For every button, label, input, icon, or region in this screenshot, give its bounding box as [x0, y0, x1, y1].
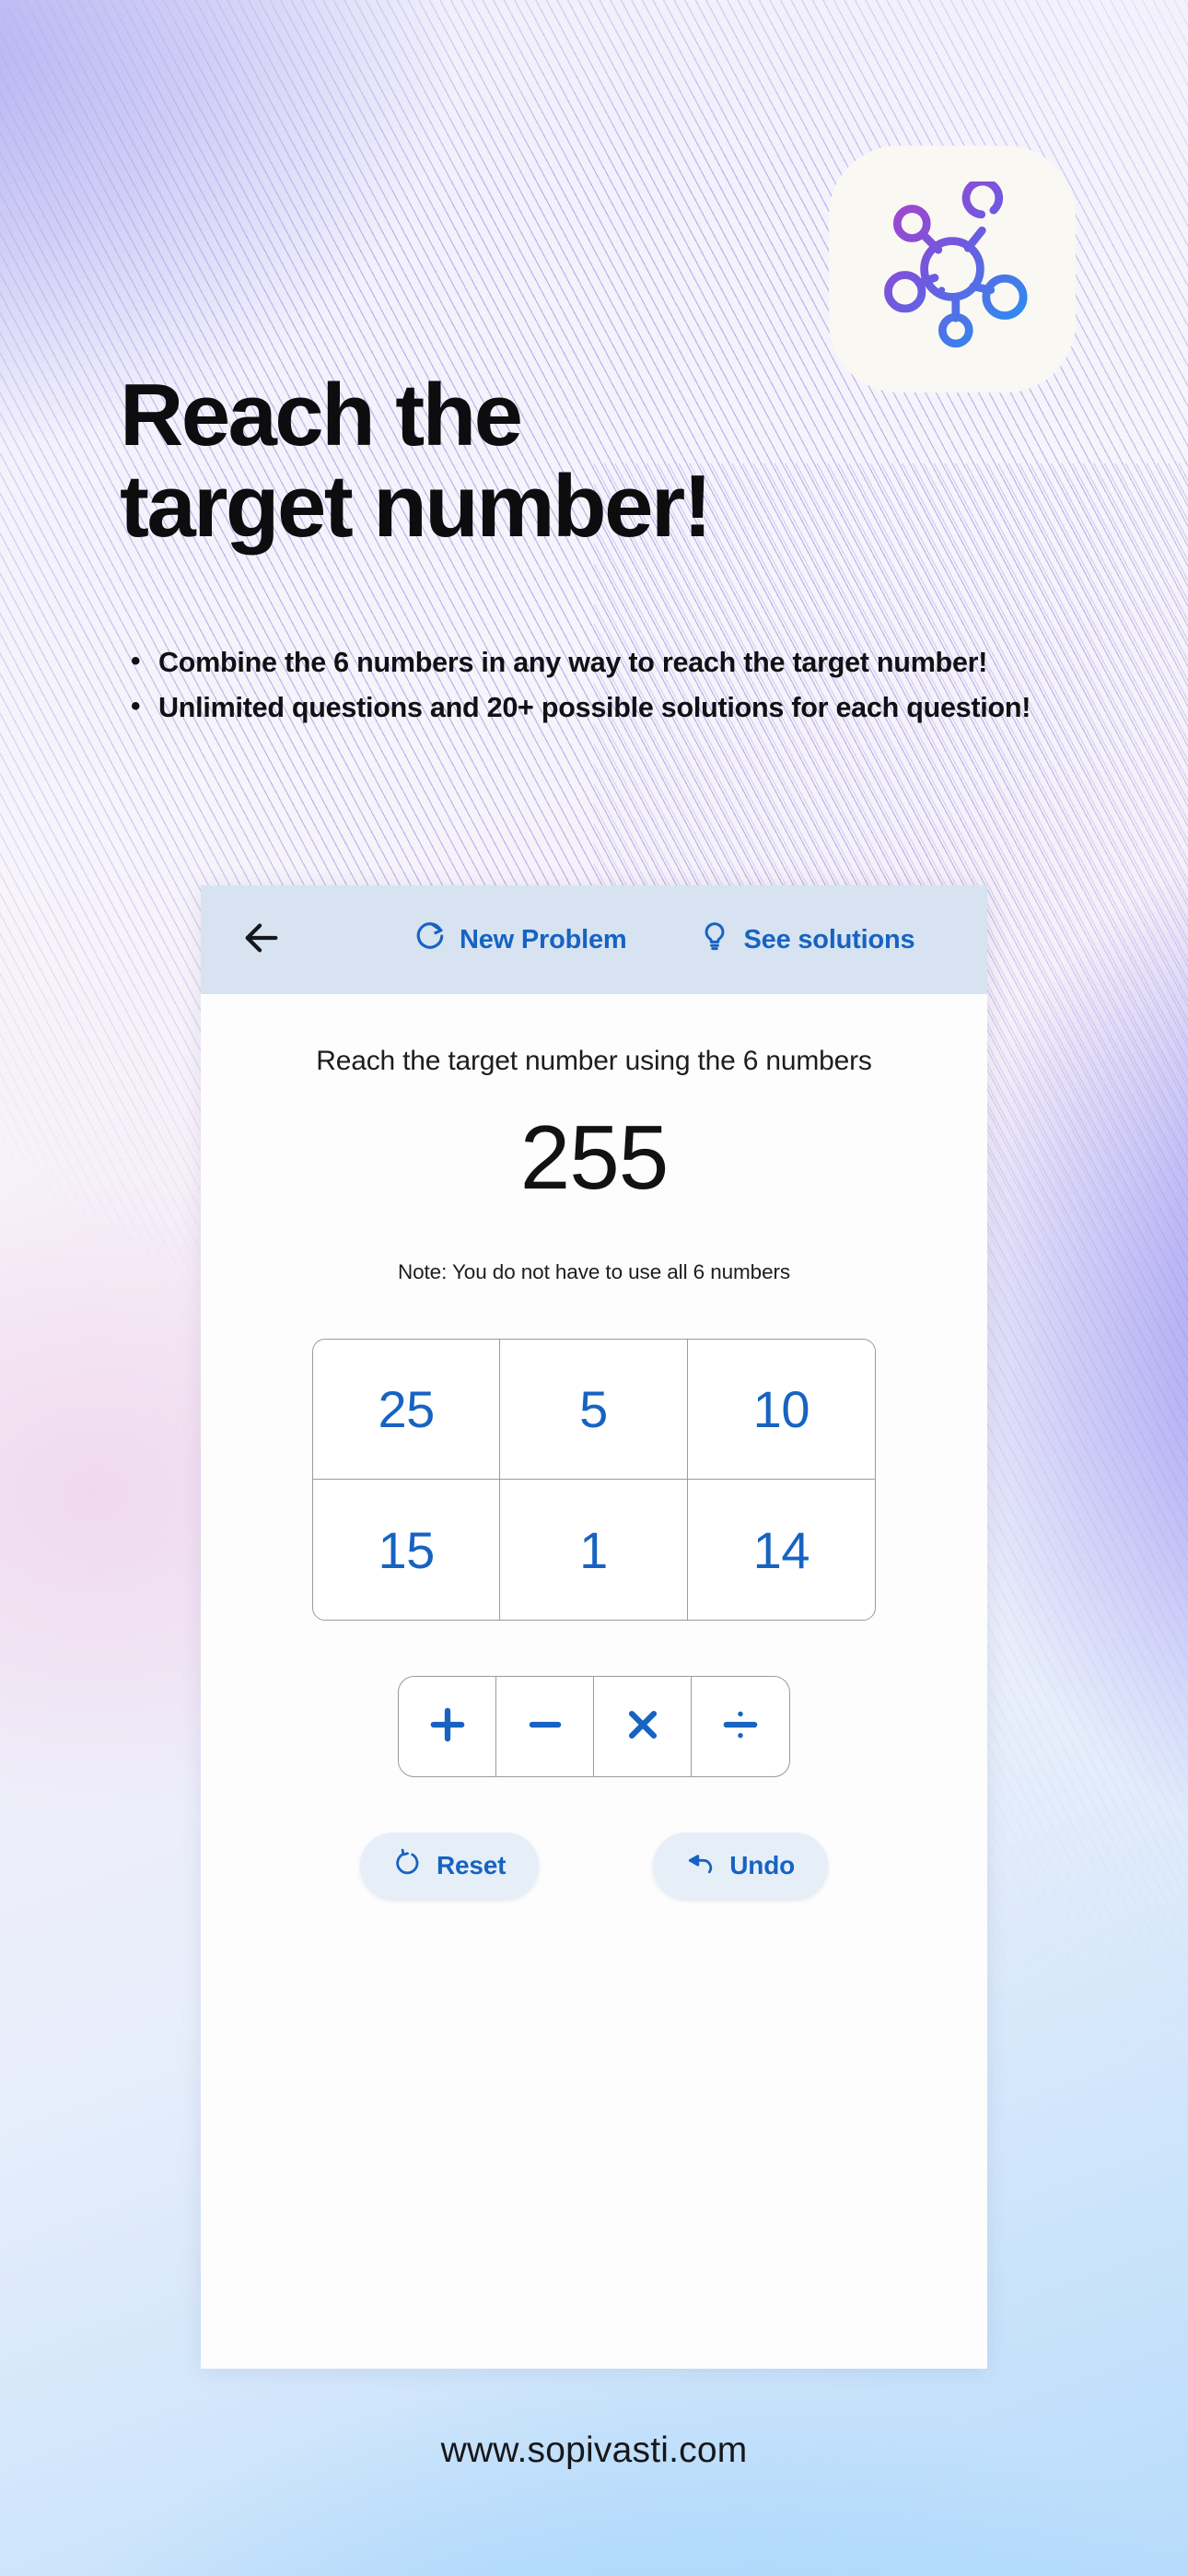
note-text: Note: You do not have to use all 6 numbe… [397, 1260, 791, 1283]
number-tile[interactable]: 5 [500, 1340, 688, 1480]
app-header-bar: New Problem See solutions [201, 885, 987, 994]
headline-line-1: Reach the [120, 366, 523, 465]
headline-line-2: target number! [120, 457, 713, 556]
operator-minus-button[interactable] [496, 1677, 594, 1776]
molecule-network-icon [865, 181, 1040, 357]
target-number: 255 [519, 1107, 670, 1208]
new-problem-button[interactable]: New Problem [414, 920, 627, 959]
footer-website-url: www.sopivasti.com [440, 2430, 748, 2470]
number-tile[interactable]: 14 [688, 1480, 875, 1620]
poster-root: Reach the target number! Combine the 6 n… [0, 0, 1188, 2576]
undo-label: Undo [729, 1851, 795, 1879]
undo-button[interactable]: Undo [653, 1832, 828, 1899]
reset-label: Reset [437, 1851, 507, 1879]
list-item: Unlimited questions and 20+ possible sol… [131, 688, 1116, 727]
action-pill-row: Reset Undo [201, 1832, 987, 1899]
number-tile[interactable]: 1 [500, 1480, 688, 1620]
lightbulb-icon [699, 920, 730, 959]
page-title: Reach the target number! [120, 369, 1041, 556]
app-screenshot-card: New Problem See solutions Reach the targ… [201, 885, 987, 2369]
reset-icon [393, 1848, 423, 1884]
see-solutions-button[interactable]: See solutions [699, 920, 915, 959]
divide-icon [716, 1701, 764, 1753]
refresh-icon [414, 920, 446, 959]
operator-plus-button[interactable] [399, 1677, 496, 1776]
operator-row [398, 1676, 790, 1777]
reset-button[interactable]: Reset [360, 1832, 540, 1899]
prompt-text: Reach the target number using the 6 numb… [316, 1046, 872, 1076]
minus-icon [521, 1701, 569, 1753]
see-solutions-label: See solutions [743, 924, 915, 954]
plus-icon [424, 1701, 472, 1753]
number-tile[interactable]: 10 [687, 1340, 875, 1480]
number-tile[interactable]: 25 [313, 1340, 501, 1480]
undo-icon [686, 1848, 716, 1884]
number-grid: 25 5 10 15 1 14 [312, 1339, 876, 1621]
multiply-icon [619, 1701, 667, 1753]
feature-bullet-list: Combine the 6 numbers in any way to reac… [114, 643, 1116, 735]
new-problem-label: New Problem [460, 924, 627, 954]
operator-multiply-button[interactable] [594, 1677, 692, 1776]
operator-divide-button[interactable] [692, 1677, 789, 1776]
number-tile[interactable]: 15 [313, 1480, 501, 1620]
arrow-left-icon [240, 917, 283, 964]
logo-badge [829, 146, 1076, 392]
back-button[interactable] [228, 907, 295, 973]
list-item: Combine the 6 numbers in any way to reac… [131, 643, 1116, 682]
